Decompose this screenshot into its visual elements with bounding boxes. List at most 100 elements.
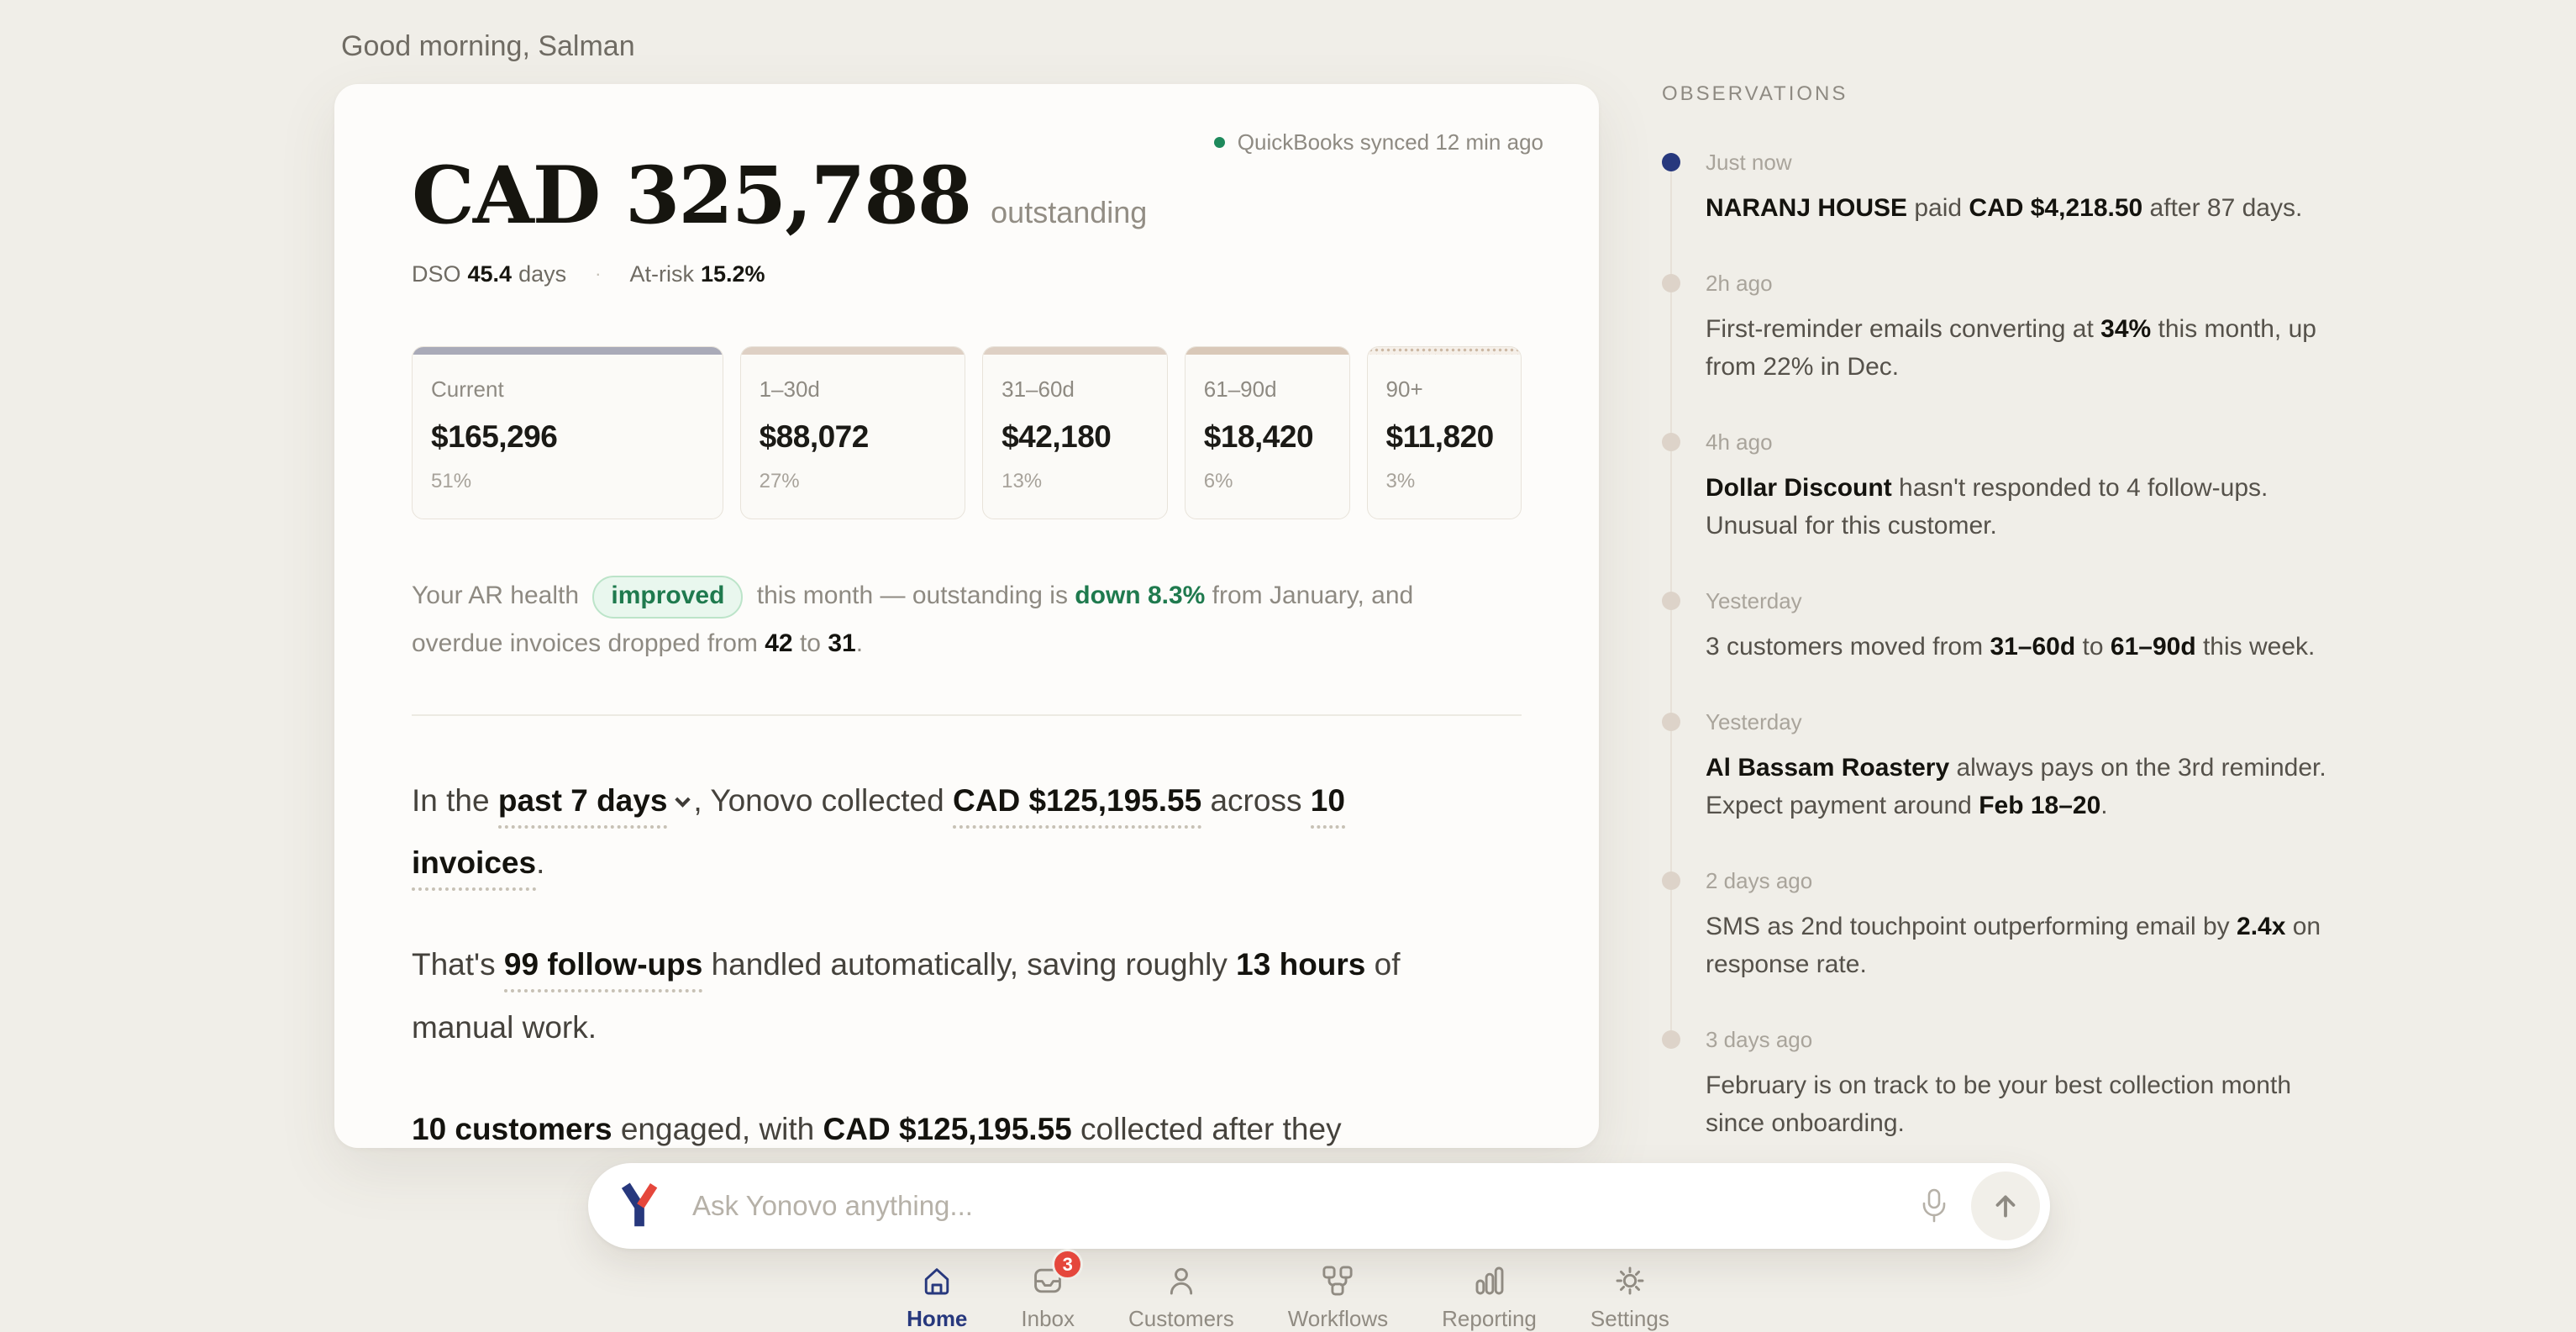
observation-item[interactable]: 3 days ago February is on track to be yo… bbox=[1662, 1027, 2368, 1142]
sync-status-dot-icon bbox=[1214, 137, 1225, 148]
timeline-dot-icon bbox=[1662, 713, 1680, 731]
bucket-accent-strip bbox=[413, 347, 723, 355]
observation-timestamp: 4h ago bbox=[1706, 429, 2368, 455]
text-segment: First-reminder emails converting at bbox=[1706, 315, 2100, 343]
observation-timestamp: 2h ago bbox=[1706, 271, 2368, 297]
microphone-icon bbox=[1919, 1187, 1949, 1224]
nav-item-home[interactable]: Home bbox=[907, 1262, 967, 1332]
microphone-button[interactable] bbox=[1919, 1187, 1949, 1224]
text-segment: this month — outstanding is bbox=[749, 582, 1075, 609]
observation-item[interactable]: Yesterday Al Bassam Roastery always pays… bbox=[1662, 709, 2368, 824]
bottom-navigation: Home 3 Inbox Customers bbox=[0, 1262, 2576, 1332]
bucket-accent-strip bbox=[983, 347, 1167, 355]
text-segment: Feb 18–20 bbox=[1979, 792, 2100, 819]
text-segment: In the bbox=[412, 783, 498, 818]
aging-bucket-31-60d[interactable]: 31–60d $42,180 13% bbox=[982, 346, 1168, 519]
text-segment: 31–60d bbox=[1990, 633, 2075, 661]
aging-bucket-1-30d[interactable]: 1–30d $88,072 27% bbox=[740, 346, 966, 519]
bucket-percent: 3% bbox=[1386, 470, 1502, 493]
aging-bucket-90plus[interactable]: 90+ $11,820 3% bbox=[1367, 346, 1522, 519]
observation-timestamp: Yesterday bbox=[1706, 709, 2368, 735]
observation-timestamp: Just now bbox=[1706, 150, 2368, 176]
nav-label: Reporting bbox=[1442, 1306, 1537, 1332]
observations-title: OBSERVATIONS bbox=[1662, 82, 2368, 106]
observations-panel: OBSERVATIONS Just now NARANJ HOUSE paid … bbox=[1662, 82, 2368, 1186]
bucket-accent-strip bbox=[741, 347, 965, 355]
follow-ups-link[interactable]: 99 follow-ups bbox=[504, 947, 702, 992]
kpi-row: DSO 45.4 days · At-risk 15.2% bbox=[412, 261, 1522, 287]
timeline-dot-icon bbox=[1662, 871, 1680, 890]
observation-item[interactable]: Just now NARANJ HOUSE paid CAD $4,218.50… bbox=[1662, 150, 2368, 227]
bucket-accent-strip bbox=[1368, 347, 1521, 355]
observation-item[interactable]: 2 days ago SMS as 2nd touchpoint outperf… bbox=[1662, 868, 2368, 983]
workflows-icon bbox=[1321, 1262, 1354, 1299]
observation-text: 3 customers moved from 31–60d to 61–90d … bbox=[1706, 628, 2332, 666]
customers-icon bbox=[1164, 1262, 1198, 1299]
quickbooks-sync-status: QuickBooks synced 12 min ago bbox=[1214, 129, 1543, 155]
text-segment: Al Bassam Roastery bbox=[1706, 754, 1949, 782]
bucket-label: Current bbox=[431, 376, 704, 403]
at-risk-label: At-risk bbox=[629, 261, 694, 287]
observation-item[interactable]: Yesterday 3 customers moved from 31–60d … bbox=[1662, 588, 2368, 666]
ask-input[interactable] bbox=[692, 1190, 1919, 1222]
settings-icon bbox=[1613, 1262, 1647, 1299]
observation-timestamp: Yesterday bbox=[1706, 588, 2368, 614]
health-status-badge: improved bbox=[592, 576, 743, 619]
bucket-accent-strip bbox=[1185, 347, 1349, 355]
ar-health-summary: Your AR health improved this month — out… bbox=[412, 571, 1420, 667]
chevron-down-icon[interactable] bbox=[676, 792, 691, 807]
collected-amount-link[interactable]: CAD $125,195.55 bbox=[953, 783, 1201, 829]
text-segment: Dollar Discount bbox=[1706, 474, 1892, 502]
timeline-dot-icon bbox=[1662, 1030, 1680, 1049]
nav-item-customers[interactable]: Customers bbox=[1128, 1262, 1234, 1332]
greeting-text: Good morning, Salman bbox=[341, 30, 635, 63]
bucket-label: 1–30d bbox=[760, 376, 947, 403]
outstanding-amount: CAD 325,788 bbox=[412, 155, 970, 238]
yonovo-logo bbox=[617, 1182, 662, 1230]
period-selector[interactable]: past 7 days bbox=[498, 783, 668, 829]
nav-item-reporting[interactable]: Reporting bbox=[1442, 1262, 1537, 1332]
collected-amount-link[interactable]: CAD $125,195.55 bbox=[823, 1112, 1072, 1148]
observation-item[interactable]: 4h ago Dollar Discount hasn't responded … bbox=[1662, 429, 2368, 545]
text-segment: handled automatically, saving roughly bbox=[702, 947, 1236, 982]
bucket-percent: 13% bbox=[1001, 470, 1149, 493]
observations-timeline: Just now NARANJ HOUSE paid CAD $4,218.50… bbox=[1662, 150, 2368, 1142]
aging-bucket-current[interactable]: Current $165,296 51% bbox=[412, 346, 723, 519]
text-segment: 2.4x bbox=[2237, 913, 2285, 940]
observation-timestamp: 2 days ago bbox=[1706, 868, 2368, 894]
nav-label: Settings bbox=[1590, 1306, 1669, 1332]
text-segment: engaged, with bbox=[612, 1112, 823, 1146]
nav-item-inbox[interactable]: 3 Inbox bbox=[1021, 1262, 1075, 1332]
bucket-label: 90+ bbox=[1386, 376, 1502, 403]
text-segment: 3 customers moved from bbox=[1706, 633, 1990, 661]
narrative-collections: In the past 7 days, Yonovo collected CAD… bbox=[412, 770, 1437, 895]
text-segment: across bbox=[1201, 783, 1311, 818]
customers-link[interactable]: 10 customers bbox=[412, 1112, 612, 1148]
aging-bucket-61-90d[interactable]: 61–90d $18,420 6% bbox=[1185, 346, 1350, 519]
nav-label: Inbox bbox=[1021, 1306, 1075, 1332]
send-button[interactable] bbox=[1971, 1171, 2040, 1240]
text-segment: to bbox=[793, 629, 828, 657]
text-segment: to bbox=[2075, 633, 2111, 661]
text-segment: 34% bbox=[2100, 315, 2151, 343]
reporting-icon bbox=[1473, 1262, 1506, 1299]
observation-text: SMS as 2nd touchpoint outperforming emai… bbox=[1706, 908, 2332, 983]
text-segment: paid bbox=[1907, 194, 1969, 222]
observation-text: NARANJ HOUSE paid CAD $4,218.50 after 87… bbox=[1706, 189, 2332, 227]
timeline-dot-icon bbox=[1662, 274, 1680, 292]
observation-text: Dollar Discount hasn't responded to 4 fo… bbox=[1706, 469, 2332, 545]
text-segment: SMS as 2nd touchpoint outperforming emai… bbox=[1706, 913, 2237, 940]
observation-text: First-reminder emails converting at 34% … bbox=[1706, 310, 2332, 386]
card-divider bbox=[412, 714, 1522, 716]
bucket-label: 31–60d bbox=[1001, 376, 1149, 403]
text-segment: 13 hours bbox=[1236, 947, 1365, 982]
observation-item[interactable]: 2h ago First-reminder emails converting … bbox=[1662, 271, 2368, 386]
nav-item-settings[interactable]: Settings bbox=[1590, 1262, 1669, 1332]
send-arrow-icon bbox=[1990, 1190, 2021, 1222]
text-segment: CAD $4,218.50 bbox=[1969, 194, 2142, 222]
bucket-value: $165,296 bbox=[431, 419, 704, 455]
text-segment: 42 bbox=[765, 629, 792, 657]
nav-item-workflows[interactable]: Workflows bbox=[1288, 1262, 1388, 1332]
bucket-percent: 27% bbox=[760, 470, 947, 493]
activity-narrative: In the past 7 days, Yonovo collected CAD… bbox=[412, 770, 1522, 1148]
